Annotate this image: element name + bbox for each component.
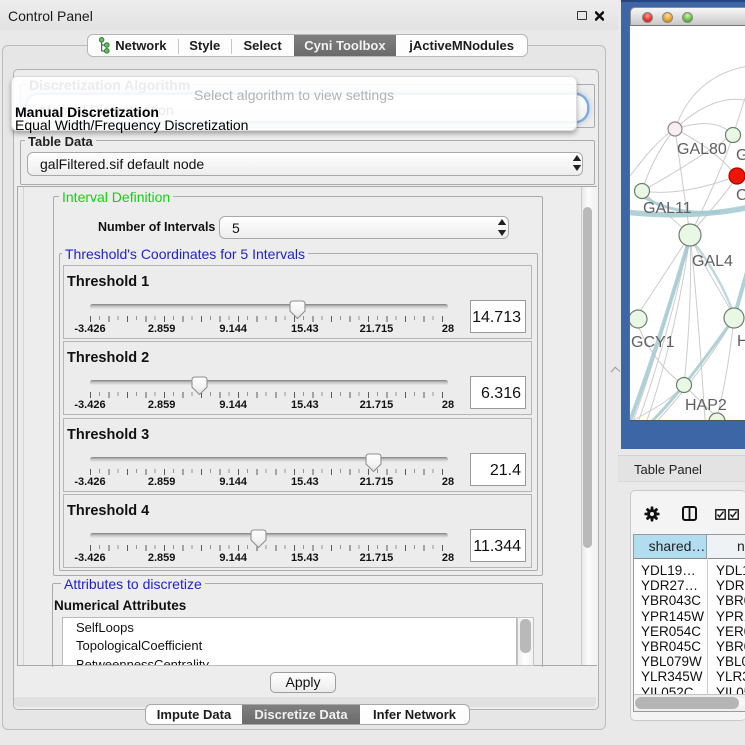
svg-text:H: H bbox=[737, 333, 745, 350]
svg-text:C: C bbox=[736, 187, 745, 204]
svg-text:GAL4: GAL4 bbox=[692, 253, 733, 270]
svg-text:GCY1: GCY1 bbox=[631, 334, 675, 351]
svg-text:GAL80: GAL80 bbox=[677, 141, 727, 158]
svg-text:GA: GA bbox=[736, 147, 745, 164]
svg-text:GAL11: GAL11 bbox=[643, 200, 692, 217]
svg-text:HAP2: HAP2 bbox=[685, 397, 727, 414]
